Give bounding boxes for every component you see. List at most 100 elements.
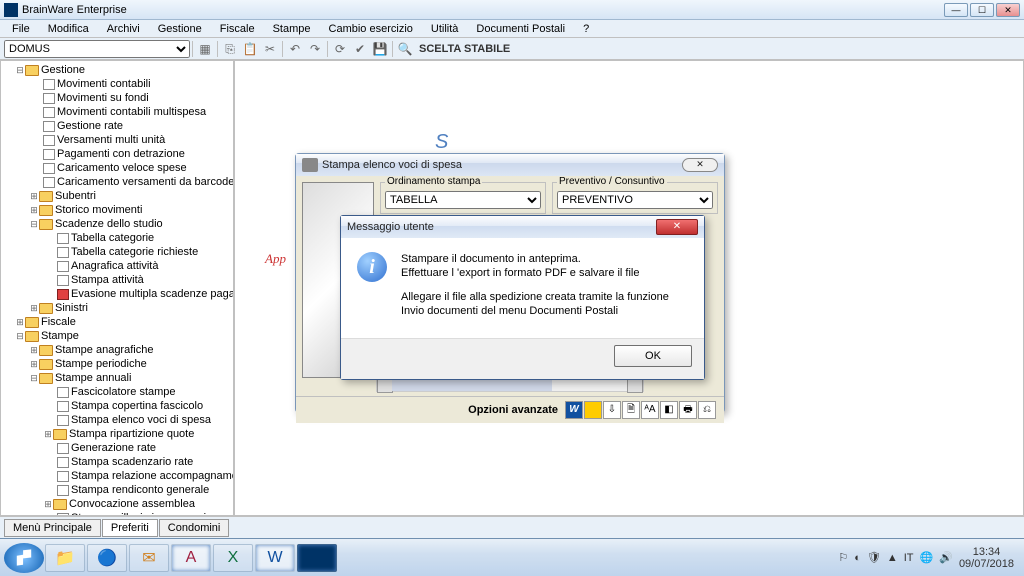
taskbar-word-icon[interactable]: W	[255, 544, 295, 572]
message-dialog-title-bar[interactable]: Messaggio utente ✕	[341, 216, 704, 238]
tab-preferiti[interactable]: Preferiti	[102, 519, 158, 537]
redo-icon[interactable]: ↷	[306, 40, 324, 58]
tray-language[interactable]: IT	[904, 552, 914, 564]
tree-item[interactable]: ⊞Convocazione assemblea	[1, 497, 233, 511]
footer-icon-2[interactable]	[584, 401, 602, 419]
word-icon[interactable]: W	[565, 401, 583, 419]
menu-utilita[interactable]: Utilità	[423, 23, 467, 35]
tree-subentri[interactable]: ⊞Subentri	[1, 189, 233, 203]
menu-cambio-esercizio[interactable]: Cambio esercizio	[321, 23, 421, 35]
taskbar-brainware-icon[interactable]	[297, 544, 337, 572]
scelta-stabile-label[interactable]: SCELTA STABILE	[419, 43, 510, 55]
taskbar-explorer-icon[interactable]: 📁	[45, 544, 85, 572]
footer-icon-7[interactable]: 🖶	[679, 401, 697, 419]
taskbar-access-icon[interactable]: A	[171, 544, 211, 572]
system-tray[interactable]: ⚐ ◐ 🛡 ▲ IT 🌐 🔊 13:3409/07/2018	[832, 546, 1020, 570]
menu-bar: File Modifica Archivi Gestione Fiscale S…	[0, 20, 1024, 38]
stampa-dialog-close[interactable]: ✕	[682, 158, 718, 172]
menu-file[interactable]: File	[4, 23, 38, 35]
tray-flag-icon[interactable]: ⚐	[838, 551, 848, 564]
tree-item[interactable]: Stampa rendiconto generale	[1, 483, 233, 497]
bottom-tabs: Menù Principale Preferiti Condomini	[0, 516, 1024, 538]
menu-archivi[interactable]: Archivi	[99, 23, 148, 35]
close-button[interactable]: ✕	[996, 3, 1020, 17]
tree-item[interactable]: Stampa millesimi convocazione	[1, 511, 233, 516]
tree-stampe-annuali[interactable]: ⊟Stampe annuali	[1, 371, 233, 385]
tree-storico[interactable]: ⊞Storico movimenti	[1, 203, 233, 217]
tree-item[interactable]: Versamenti multi unità	[1, 133, 233, 147]
search-icon[interactable]: 🔍	[396, 40, 414, 58]
tray-generic-icon[interactable]: 🛡	[867, 551, 881, 564]
copy-icon[interactable]: ⎘	[221, 40, 239, 58]
tree-gestione[interactable]: ⊟Gestione	[1, 63, 233, 77]
tree-item[interactable]: Movimenti su fondi	[1, 91, 233, 105]
tab-condomini[interactable]: Condomini	[159, 519, 230, 537]
start-button[interactable]	[4, 543, 44, 573]
tree-item[interactable]: Stampa attività	[1, 273, 233, 287]
tree-evasione[interactable]: Evasione multipla scadenze pagamento	[1, 287, 233, 301]
tree-scadenze[interactable]: ⊟Scadenze dello studio	[1, 217, 233, 231]
tree-fiscale[interactable]: ⊞Fiscale	[1, 315, 233, 329]
tree-item[interactable]: ⊞Stampe anagrafiche	[1, 343, 233, 357]
selector-stabile[interactable]: DOMUS	[4, 40, 190, 58]
undo-icon[interactable]: ↶	[286, 40, 304, 58]
ok-button[interactable]: OK	[614, 345, 692, 367]
tree-item[interactable]: Pagamenti con detrazione	[1, 147, 233, 161]
maximize-button[interactable]: ☐	[970, 3, 994, 17]
footer-icon-8[interactable]: ⎌	[698, 401, 716, 419]
tray-generic-icon[interactable]: ◐	[854, 552, 861, 564]
ordinamento-select[interactable]: TABELLA	[385, 191, 541, 209]
tree-item[interactable]: Movimenti contabili multispesa	[1, 105, 233, 119]
tree-item[interactable]: Tabella categorie	[1, 231, 233, 245]
taskbar-outlook-icon[interactable]: ✉	[129, 544, 169, 572]
tab-menu-principale[interactable]: Menù Principale	[4, 519, 101, 537]
tree-item[interactable]: Gestione rate	[1, 119, 233, 133]
tree-stampe[interactable]: ⊟Stampe	[1, 329, 233, 343]
menu-gestione[interactable]: Gestione	[150, 23, 210, 35]
preventivo-select[interactable]: PREVENTIVO	[557, 191, 713, 209]
cut-icon[interactable]: ✂	[261, 40, 279, 58]
toolbar: DOMUS ▦ ⎘ 📋 ✂ ↶ ↷ ⟳ ✔ 💾 🔍 SCELTA STABILE	[0, 38, 1024, 60]
footer-icon-3[interactable]: ⇩	[603, 401, 621, 419]
tree-item[interactable]: Generazione rate	[1, 441, 233, 455]
tree-item[interactable]: ⊞Stampe periodiche	[1, 357, 233, 371]
tray-generic-icon[interactable]: ▲	[887, 552, 898, 564]
message-dialog-close[interactable]: ✕	[656, 219, 698, 235]
refresh-icon[interactable]: ⟳	[331, 40, 349, 58]
save-icon[interactable]: 💾	[371, 40, 389, 58]
tree-item[interactable]: ⊞Stampa ripartizione quote	[1, 427, 233, 441]
minimize-button[interactable]: —	[944, 3, 968, 17]
paste-icon[interactable]: 📋	[241, 40, 259, 58]
tree-item[interactable]: Tabella categorie richieste	[1, 245, 233, 259]
tree-item[interactable]: Caricamento veloce spese	[1, 161, 233, 175]
tree-item[interactable]: Fascicolatore stampe	[1, 385, 233, 399]
tree-item[interactable]: Movimenti contabili	[1, 77, 233, 91]
taskbar-chrome-icon[interactable]: 🔵	[87, 544, 127, 572]
opzioni-avanzate-label[interactable]: Opzioni avanzate	[468, 404, 558, 416]
navigation-tree[interactable]: ⊟Gestione Movimenti contabili Movimenti …	[0, 60, 234, 516]
menu-stampe[interactable]: Stampe	[265, 23, 319, 35]
tree-item[interactable]: Anagrafica attività	[1, 259, 233, 273]
tray-volume-icon[interactable]: 🔊	[939, 551, 953, 564]
tree-item[interactable]: Stampa copertina fascicolo	[1, 399, 233, 413]
taskbar-excel-icon[interactable]: X	[213, 544, 253, 572]
footer-icon-4[interactable]: 🗎	[622, 401, 640, 419]
menu-documenti-postali[interactable]: Documenti Postali	[468, 23, 573, 35]
menu-help[interactable]: ?	[575, 23, 597, 35]
check-icon[interactable]: ✔	[351, 40, 369, 58]
tree-item[interactable]: Caricamento versamenti da barcode	[1, 175, 233, 189]
tray-clock[interactable]: 13:3409/07/2018	[959, 546, 1014, 570]
footer-icon-6[interactable]: ◧	[660, 401, 678, 419]
stampa-dialog-title-bar[interactable]: Stampa elenco voci di spesa ✕	[296, 154, 724, 176]
tree-item[interactable]: Stampa elenco voci di spesa	[1, 413, 233, 427]
menu-modifica[interactable]: Modifica	[40, 23, 97, 35]
tray-network-icon[interactable]: 🌐	[920, 551, 934, 564]
menu-fiscale[interactable]: Fiscale	[212, 23, 263, 35]
title-bar: BrainWare Enterprise — ☐ ✕	[0, 0, 1024, 20]
tree-item[interactable]: Stampa relazione accompagnamento rendico…	[1, 469, 233, 483]
toolbar-icon-1[interactable]: ▦	[196, 40, 214, 58]
ordinamento-label: Ordinamento stampa	[385, 176, 482, 187]
footer-icon-5[interactable]: ᴬA	[641, 401, 659, 419]
tree-item[interactable]: Stampa scadenzario rate	[1, 455, 233, 469]
tree-sinistri[interactable]: ⊞Sinistri	[1, 301, 233, 315]
